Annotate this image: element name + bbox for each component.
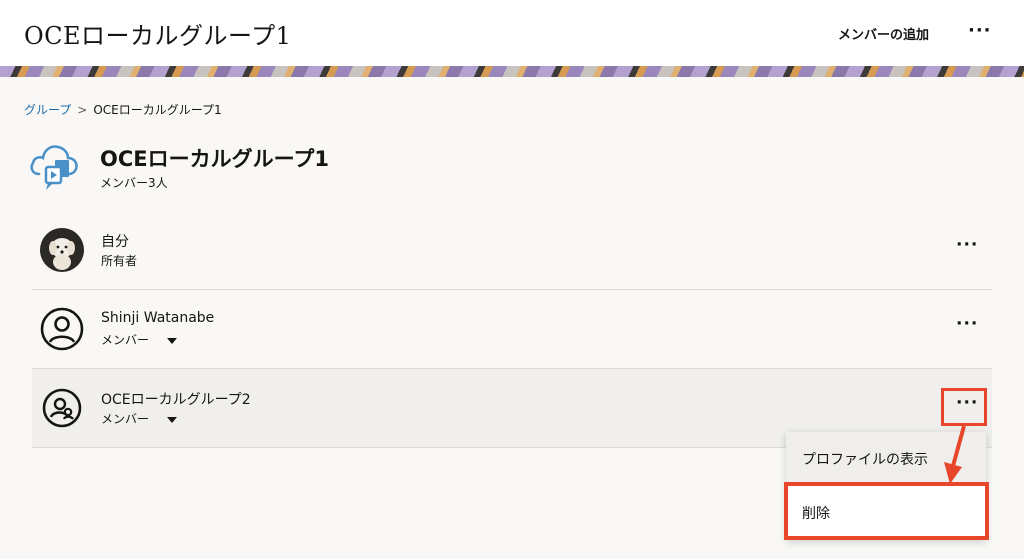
member-role-label: メンバー <box>101 412 150 426</box>
menu-item-delete[interactable]: 削除 <box>786 486 986 540</box>
group-member-count: メンバー3人 <box>100 176 168 190</box>
member-name: 自分 <box>101 234 129 250</box>
header-more-button[interactable]: ··· <box>968 20 992 41</box>
member-context-menu: プロファイルの表示 削除 <box>786 432 986 540</box>
breadcrumb-current: OCEローカルグループ1 <box>93 103 222 117</box>
member-role: メンバー <box>101 410 178 427</box>
member-row: Shinji Watanabe メンバー ··· <box>32 290 992 369</box>
member-list: 自分 所有者 ··· Shinji Watanabe メンバー ··· OCEロ… <box>32 211 992 448</box>
member-name: Shinji Watanabe <box>101 310 215 326</box>
member-role-label: メンバー <box>101 333 150 347</box>
breadcrumb: グループ > OCEローカルグループ1 <box>24 101 222 118</box>
decorative-banner <box>0 66 1024 77</box>
member-more-button[interactable]: ··· <box>956 235 978 255</box>
add-member-button[interactable]: メンバーの追加 <box>838 24 929 43</box>
group-icon <box>42 388 82 428</box>
menu-item-view-profile[interactable]: プロファイルの表示 <box>786 432 986 486</box>
member-row: 自分 所有者 ··· <box>32 211 992 290</box>
member-role: 所有者 <box>101 252 137 269</box>
group-title: OCEローカルグループ1 <box>100 147 329 171</box>
role-dropdown-caret-icon[interactable] <box>167 417 178 423</box>
cloud-chat-icon <box>30 145 78 190</box>
person-icon <box>40 307 84 351</box>
member-more-button[interactable]: ··· <box>956 314 978 334</box>
app-header: OCEローカルグループ1 メンバーの追加 ··· <box>0 0 1024 67</box>
breadcrumb-groups-link[interactable]: グループ <box>24 101 71 118</box>
breadcrumb-separator: > <box>77 102 88 117</box>
member-name: OCEローカルグループ2 <box>101 392 251 408</box>
page-header-title: OCEローカルグループ1 <box>24 22 292 50</box>
role-dropdown-caret-icon[interactable] <box>167 338 178 344</box>
dog-avatar <box>40 228 84 272</box>
member-role-label: 所有者 <box>101 254 138 268</box>
more-button-highlight <box>941 388 987 426</box>
member-role: メンバー <box>101 331 178 348</box>
